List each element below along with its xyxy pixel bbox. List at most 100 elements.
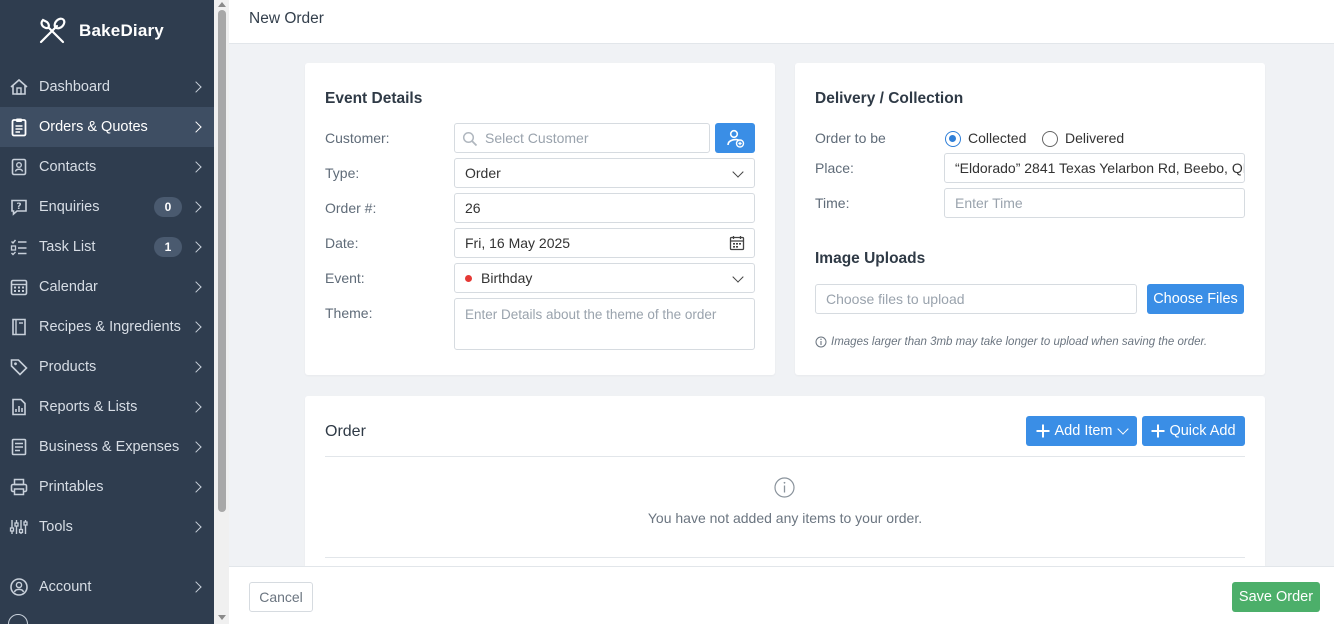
info-icon — [815, 336, 827, 348]
plus-icon — [1036, 424, 1050, 438]
sidebar-item-contacts[interactable]: Contacts — [0, 147, 214, 187]
add-customer-button[interactable] — [715, 123, 755, 153]
sidebar-item-dashboard[interactable]: Dashboard — [0, 67, 214, 107]
sidebar-item-enquiries[interactable]: ? Enquiries 0 — [0, 187, 214, 227]
clipboard-icon — [8, 116, 30, 138]
sidebar-item-label: Account — [39, 579, 92, 595]
order-card: Order Add Item Quick Add You have not ad… — [305, 396, 1265, 566]
event-select[interactable]: Birthday — [454, 263, 755, 293]
chevron-right-icon — [190, 161, 202, 173]
scroll-up-arrow-icon[interactable] — [218, 2, 226, 7]
svg-text:?: ? — [16, 202, 21, 212]
event-label: Event: — [325, 270, 365, 286]
chevron-down-icon — [732, 271, 744, 283]
sidebar: BakeDiary Dashboard Orders & Quotes Cont… — [0, 0, 214, 624]
image-uploads-title: Image Uploads — [815, 250, 926, 267]
chevron-right-icon — [190, 201, 202, 213]
printer-icon — [8, 476, 30, 498]
place-value: “Eldorado” 2841 Texas Yelarbon Rd, Beebo… — [955, 160, 1245, 176]
upload-note: Images larger than 3mb may take longer t… — [815, 336, 1207, 348]
whisk-spatula-logo-icon — [39, 17, 66, 44]
date-input[interactable]: Fri, 16 May 2025 — [454, 228, 755, 258]
customer-placeholder: Select Customer — [485, 130, 589, 146]
place-input[interactable]: “Eldorado” 2841 Texas Yelarbon Rd, Beebo… — [944, 153, 1245, 183]
question-bubble-icon: ? — [8, 196, 30, 218]
sidebar-item-reports-lists[interactable]: Reports & Lists — [0, 387, 214, 427]
contact-card-icon — [8, 156, 30, 178]
chevron-right-icon — [190, 281, 202, 293]
type-label: Type: — [325, 165, 360, 181]
scroll-down-arrow-icon[interactable] — [218, 615, 226, 620]
brand-name: BakeDiary — [79, 21, 164, 40]
brand[interactable]: BakeDiary — [0, 0, 214, 62]
delivered-label[interactable]: Delivered — [1065, 130, 1124, 146]
empty-order-message: You have not added any items to your ord… — [647, 510, 923, 526]
delivered-radio[interactable] — [1042, 131, 1058, 147]
quick-add-button[interactable]: Quick Add — [1142, 416, 1245, 446]
add-item-button[interactable]: Add Item — [1026, 416, 1137, 446]
sidebar-item-label: Contacts — [39, 159, 97, 175]
quick-add-label: Quick Add — [1169, 423, 1236, 439]
customer-select[interactable]: Select Customer — [454, 123, 710, 153]
chevron-right-icon — [190, 481, 202, 493]
calendar-icon — [8, 276, 30, 298]
enquiries-count-badge: 0 — [154, 197, 182, 217]
save-order-button[interactable]: Save Order — [1232, 582, 1320, 612]
collected-radio[interactable] — [945, 131, 961, 147]
add-item-label: Add Item — [1054, 423, 1113, 439]
recipe-book-icon — [8, 316, 30, 338]
time-placeholder: Enter Time — [955, 195, 1023, 211]
sidebar-item-recipes-ingredients[interactable]: Recipes & Ingredients — [0, 307, 214, 347]
sidebar-item-business-expenses[interactable]: Business & Expenses — [0, 427, 214, 467]
chevron-right-icon — [190, 81, 202, 93]
place-label: Place: — [815, 160, 854, 176]
sidebar-item-task-list[interactable]: Task List 1 — [0, 227, 214, 267]
cancel-button[interactable]: Cancel — [249, 582, 313, 612]
order-to-be-label: Order to be — [815, 130, 886, 146]
sidebar-item-tools[interactable]: Tools — [0, 507, 214, 547]
tools-icon — [8, 516, 30, 538]
collected-label[interactable]: Collected — [968, 130, 1026, 146]
chevron-down-icon — [732, 166, 744, 178]
chevron-right-icon — [190, 581, 202, 593]
date-value: Fri, 16 May 2025 — [465, 235, 571, 251]
sidebar-item-printables[interactable]: Printables — [0, 467, 214, 507]
delivery-card: Delivery / Collection Order to be Collec… — [795, 63, 1265, 375]
sidebar-item-account[interactable]: Account — [0, 567, 214, 607]
sidebar-item-calendar[interactable]: Calendar — [0, 267, 214, 307]
chevron-down-icon — [1116, 423, 1129, 435]
order-number-value: 26 — [465, 200, 481, 216]
type-value: Order — [465, 165, 501, 181]
calendar-icon[interactable] — [729, 235, 745, 251]
time-input[interactable]: Enter Time — [944, 188, 1245, 218]
chevron-right-icon — [190, 521, 202, 533]
event-value: Birthday — [481, 270, 533, 286]
theme-placeholder: Enter Details about the theme of the ord… — [465, 307, 717, 322]
type-select[interactable]: Order — [454, 158, 755, 188]
theme-label: Theme: — [325, 305, 373, 321]
event-details-title: Event Details — [325, 90, 423, 107]
chevron-right-icon — [190, 361, 202, 373]
order-number-label: Order #: — [325, 200, 377, 216]
order-number-input[interactable]: 26 — [454, 193, 755, 223]
sidebar-item-label: Enquiries — [39, 199, 100, 215]
chevron-right-icon — [190, 121, 202, 133]
date-label: Date: — [325, 235, 359, 251]
sidebar-item-label: Products — [39, 359, 97, 375]
sidebar-scrollbar-thumb[interactable] — [218, 10, 226, 512]
sidebar-item-label: Orders & Quotes — [39, 119, 148, 135]
theme-textarea[interactable]: Enter Details about the theme of the ord… — [454, 298, 755, 350]
sidebar-item-label: Printables — [39, 479, 104, 495]
sidebar-item-products[interactable]: Products — [0, 347, 214, 387]
sidebar-item-label: Business & Expenses — [39, 439, 180, 455]
chevron-right-icon — [190, 321, 202, 333]
checklist-icon — [8, 236, 30, 258]
sidebar-item-orders-quotes[interactable]: Orders & Quotes — [0, 107, 214, 147]
info-icon — [774, 477, 795, 498]
file-upload-input[interactable]: Choose files to upload — [815, 284, 1137, 314]
time-label: Time: — [815, 195, 850, 211]
page-header: New Order — [229, 0, 1334, 44]
choose-files-button[interactable]: Choose Files — [1147, 284, 1244, 314]
sidebar-item-label: Calendar — [39, 279, 98, 295]
sidebar-item-label: Reports & Lists — [39, 399, 138, 415]
